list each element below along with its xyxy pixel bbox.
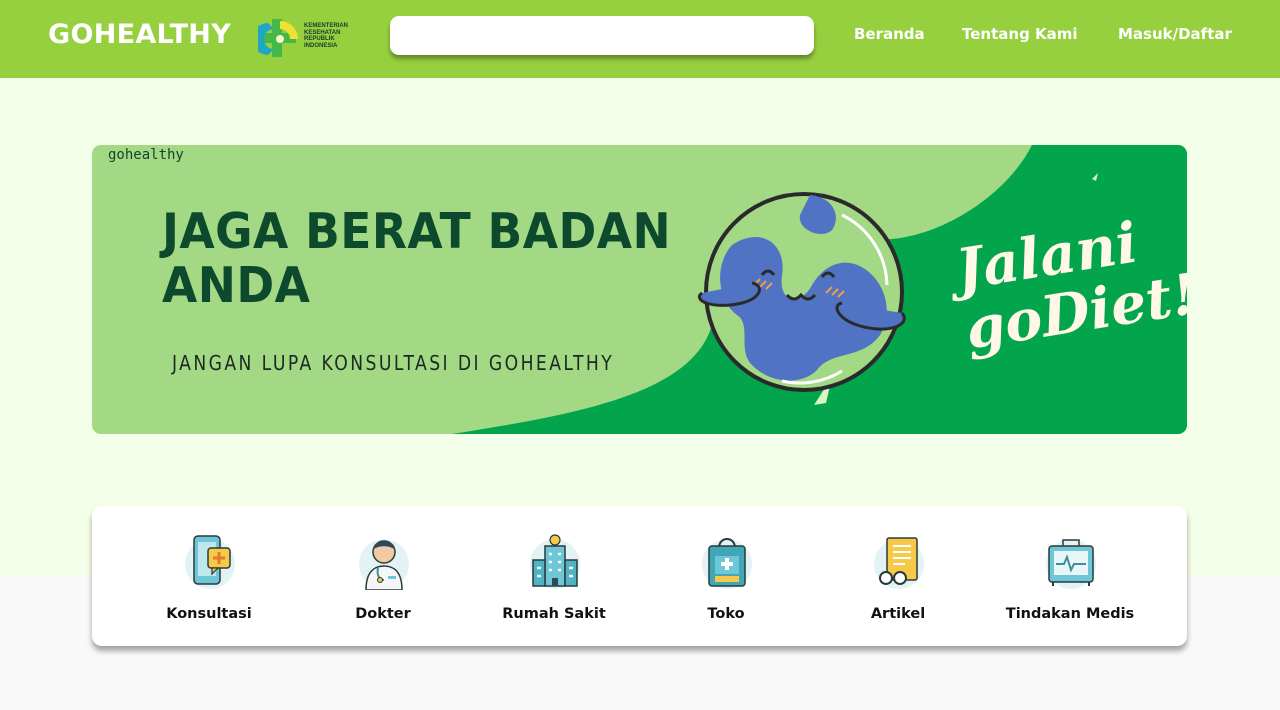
service-label: Konsultasi <box>166 606 252 622</box>
service-artikel[interactable]: Artikel <box>823 534 973 639</box>
promo-banner[interactable]: gohealthy JAGA BERAT BADAN ANDA JANGAN L… <box>92 145 1187 434</box>
article-icon <box>874 537 924 589</box>
phone-chat-icon <box>185 535 235 589</box>
kemenkes-logo: KEMENTERIAN KESEHATAN REPUBLIK INDONESIA <box>252 17 358 61</box>
doctor-icon <box>359 539 409 590</box>
services-panel: Konsultasi Dokter Rumah Sakit Toko Artik… <box>92 506 1187 646</box>
banner-logo: gohealthy <box>108 147 184 163</box>
service-label: Toko <box>707 606 745 622</box>
shopping-bag-icon <box>702 538 752 589</box>
service-konsultasi[interactable]: Konsultasi <box>134 534 284 639</box>
nav-link-home[interactable]: Beranda <box>854 25 925 43</box>
earth-character-icon <box>698 192 906 392</box>
medical-monitor-icon <box>1046 539 1096 589</box>
kemenkes-emblem-icon <box>252 19 298 57</box>
service-label: Tindakan Medis <box>1005 606 1135 622</box>
service-dokter[interactable]: Dokter <box>308 534 458 639</box>
service-label: Rumah Sakit <box>502 606 606 622</box>
search-input[interactable] <box>390 16 814 55</box>
service-label: Dokter <box>355 606 411 622</box>
brand-logo[interactable]: GOHEALTHY <box>48 19 231 50</box>
nav-link-about[interactable]: Tentang Kami <box>962 25 1078 43</box>
kemenkes-logo-text: KEMENTERIAN KESEHATAN REPUBLIK INDONESIA <box>304 23 349 49</box>
banner-headline: JAGA BERAT BADAN ANDA <box>162 203 672 314</box>
hospital-icon <box>530 534 580 589</box>
service-tindakan-medis[interactable]: Tindakan Medis <box>995 534 1145 639</box>
service-toko[interactable]: Toko <box>651 534 801 639</box>
service-rumah-sakit[interactable]: Rumah Sakit <box>479 534 629 639</box>
nav-link-login[interactable]: Masuk/Daftar <box>1118 25 1232 43</box>
banner-subtitle: JANGAN LUPA KONSULTASI DI GOHEALTHY <box>172 351 615 375</box>
navbar: GOHEALTHY KEMENTERIAN KESEHATAN REPUBLIK… <box>0 0 1280 78</box>
service-label: Artikel <box>870 606 926 622</box>
